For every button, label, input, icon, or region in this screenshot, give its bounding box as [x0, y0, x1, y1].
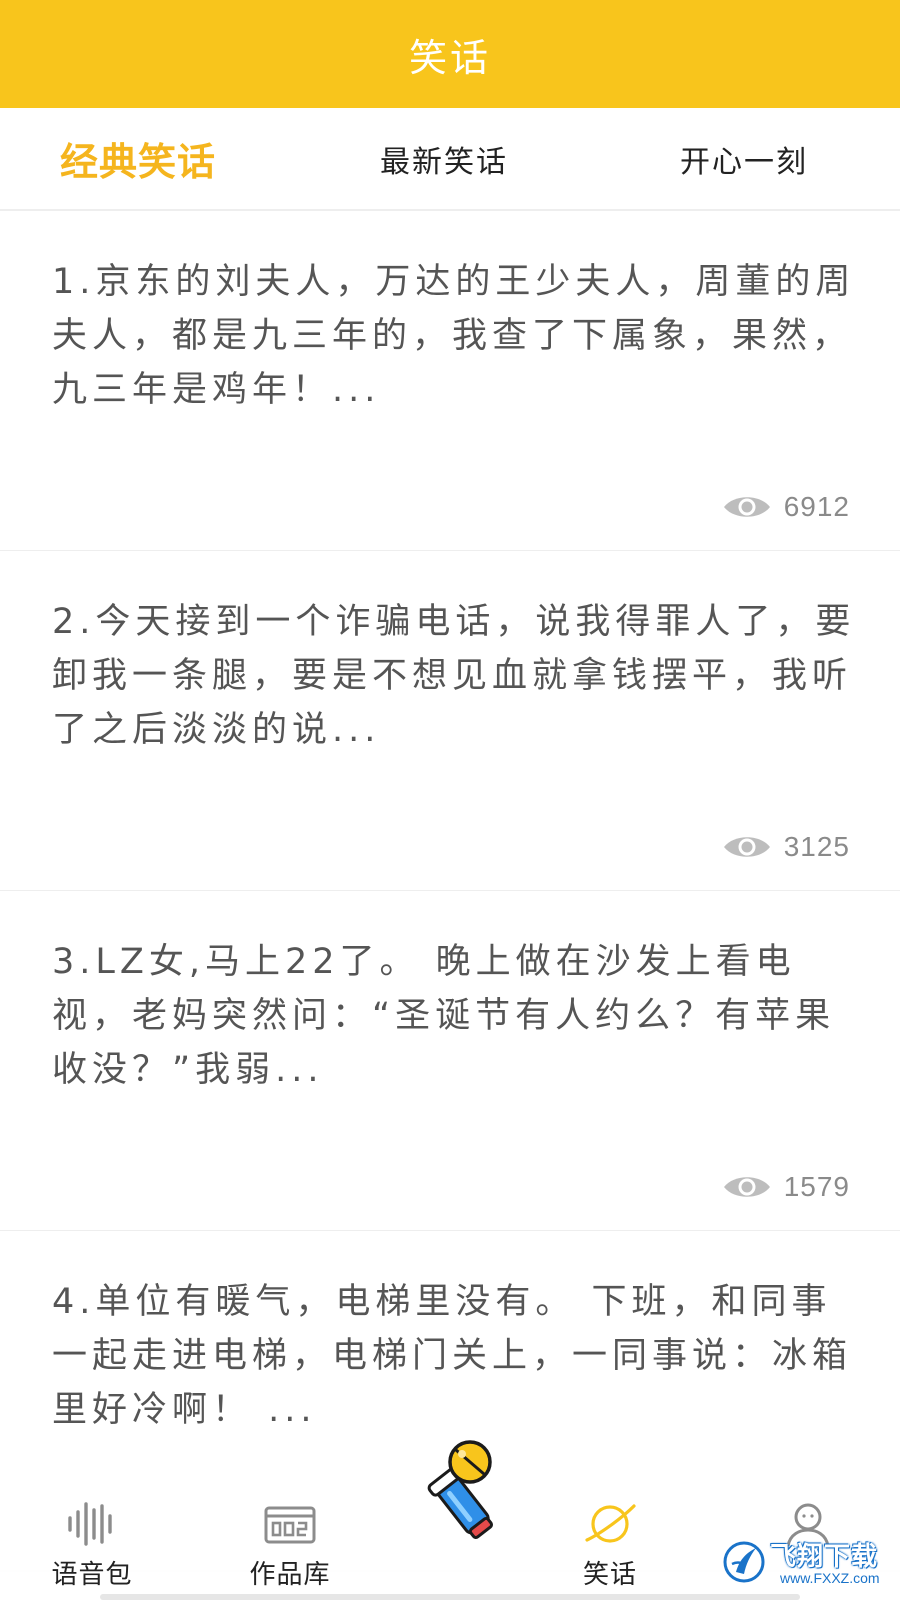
app-screen: 笑话 经典笑话 最新笑话 开心一刻 1.京东的刘夫人，万达的王少夫人，周董的周夫… — [0, 0, 900, 1600]
nav-label: 笑话 — [582, 1560, 637, 1590]
tab-latest-jokes[interactable]: 最新笑话 — [380, 108, 508, 209]
view-counter: 6912 — [722, 487, 850, 527]
watermark-url: www.FXXZ.com — [780, 1570, 880, 1586]
nav-jokes[interactable]: 笑话 — [535, 1478, 685, 1600]
nav-divider — [100, 1594, 800, 1600]
library-icon — [264, 1506, 316, 1544]
joke-text: 1.京东的刘夫人，万达的王少夫人，周董的周夫人，都是九三年的，我查了下属象，果然… — [52, 262, 856, 410]
joke-text: 4.单位有暖气，电梯里没有。 下班，和同事一起走进电梯，电梯门关上，一同事说：冰… — [52, 1282, 853, 1430]
joke-text: 2.今天接到一个诈骗电话，说我得罪人了，要卸我一条腿，要是不想见血就拿钱摆平，我… — [52, 602, 856, 750]
nav-voice-pack[interactable]: 语音包 — [17, 1478, 167, 1600]
nav-label: 作品库 — [249, 1560, 331, 1590]
joke-card[interactable]: 3.LZ女,马上22了。 晚上做在沙发上看电视，老妈突然问：“圣诞节有人约么？有… — [0, 891, 900, 1232]
nav-works-library[interactable]: 作品库 — [215, 1478, 365, 1600]
joke-card[interactable]: 1.京东的刘夫人，万达的王少夫人，周董的周夫人，都是九三年的，我查了下属象，果然… — [0, 211, 900, 552]
view-count: 6912 — [783, 491, 850, 522]
tab-classic-jokes[interactable]: 经典笑话 — [60, 108, 216, 209]
joke-card[interactable]: 2.今天接到一个诈骗电话，说我得罪人了，要卸我一条腿，要是不想见血就拿钱摆平，我… — [0, 551, 900, 892]
tab-happy-moment[interactable]: 开心一刻 — [680, 108, 808, 209]
app-bar: 笑话 — [0, 0, 900, 108]
joke-list: 1.京东的刘夫人，万达的王少夫人，周董的周夫人，都是九三年的，我查了下属象，果然… — [0, 211, 900, 1600]
view-count: 3125 — [783, 831, 850, 862]
record-button[interactable] — [390, 1440, 510, 1540]
nav-label: 语音包 — [51, 1560, 133, 1590]
planet-icon — [585, 1504, 636, 1543]
eye-icon — [723, 1177, 770, 1197]
eye-icon — [723, 497, 770, 517]
page-title: 笑话 — [408, 35, 491, 80]
joke-text: 3.LZ女,马上22了。 晚上做在沙发上看电视，老妈突然问：“圣诞节有人约么？有… — [52, 942, 836, 1090]
view-counter: 1579 — [722, 1167, 850, 1207]
sound-wave-icon — [68, 1502, 112, 1546]
view-counter: 3125 — [722, 827, 850, 867]
watermark-title: 飞翔下载 — [770, 1542, 879, 1572]
watermark-logo-icon — [723, 1541, 765, 1583]
category-tabs: 经典笑话 最新笑话 开心一刻 — [0, 108, 900, 211]
microphone-icon — [427, 1440, 493, 1539]
watermark: 飞翔下载 www.FXXZ.com — [722, 1536, 882, 1594]
eye-icon — [723, 837, 770, 857]
view-count: 1579 — [783, 1171, 850, 1202]
